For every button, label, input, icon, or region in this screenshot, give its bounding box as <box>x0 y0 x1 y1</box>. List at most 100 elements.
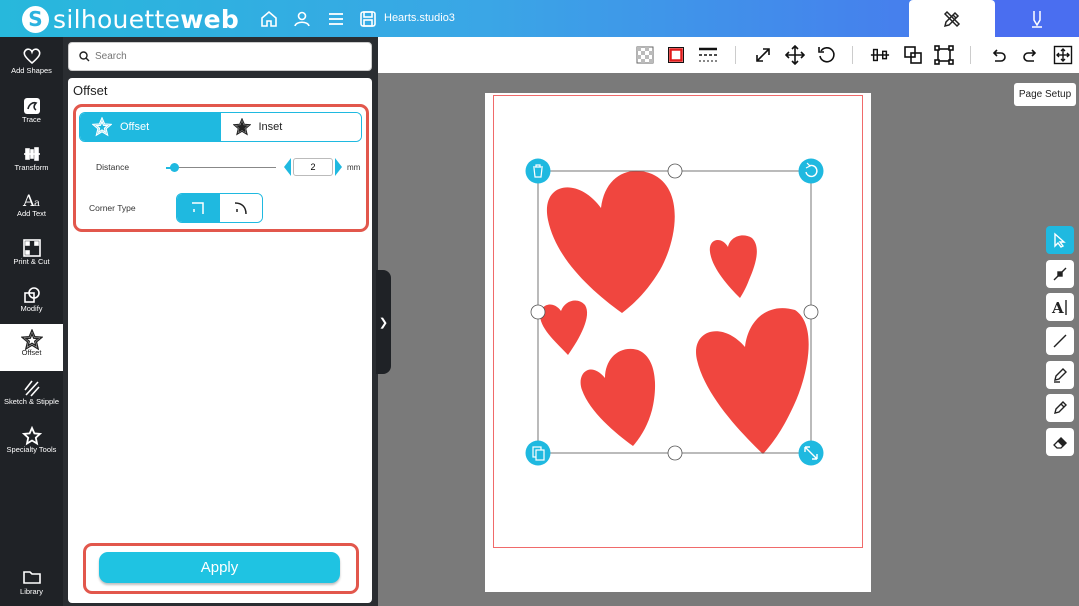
trace-icon <box>0 91 63 115</box>
distance-slider-handle[interactable] <box>170 163 179 172</box>
selection-handle <box>667 163 683 179</box>
nav-label: Add Shapes <box>11 66 52 75</box>
nav-add-shapes[interactable]: Add Shapes <box>0 42 63 89</box>
file-name[interactable]: Hearts.studio3 <box>384 12 455 24</box>
inset-mode-label: Inset <box>258 121 283 133</box>
line-style-icon[interactable] <box>698 45 718 65</box>
toolbar-divider <box>735 46 736 64</box>
nav-add-text[interactable]: Aa Add Text <box>0 185 63 232</box>
collapse-panel-button[interactable]: ❯ <box>376 270 391 374</box>
star-offset-icon <box>92 117 112 137</box>
nav-modify[interactable]: Modify <box>0 280 63 327</box>
selection-handle <box>667 445 683 461</box>
fill-pattern-icon[interactable] <box>635 45 655 65</box>
nav-library[interactable]: Library <box>0 563 63 606</box>
home-icon[interactable] <box>258 8 280 30</box>
distance-unit: mm <box>347 163 361 172</box>
line-color-icon[interactable] <box>666 45 686 65</box>
corner-sharp-button[interactable] <box>177 194 220 222</box>
account-icon[interactable] <box>291 8 313 30</box>
pencil-ruler-icon <box>943 10 961 27</box>
undo-icon[interactable] <box>988 45 1008 65</box>
line-tool[interactable] <box>1046 327 1074 355</box>
transform-icon <box>0 139 63 163</box>
heart-shape <box>696 308 809 454</box>
heart-shape <box>546 170 675 313</box>
inset-mode-button[interactable]: Inset <box>220 113 361 141</box>
offset-mode-label: Offset <box>120 121 150 133</box>
tab-design[interactable] <box>909 0 995 37</box>
star-inset-icon <box>232 118 251 136</box>
redo-icon[interactable] <box>1021 45 1041 65</box>
tab-send[interactable] <box>995 0 1079 37</box>
svg-text:A: A <box>1051 299 1064 316</box>
logo-mark-icon: S <box>22 5 49 33</box>
sharp-corner-icon <box>192 202 204 214</box>
text-tool[interactable]: A <box>1046 293 1074 321</box>
nav-transform[interactable]: Transform <box>0 139 63 186</box>
nav-label: Add Text <box>16 209 47 218</box>
chevron-right-icon: ❯ <box>378 316 389 329</box>
search-input[interactable] <box>95 51 355 62</box>
select-icon <box>1054 232 1066 248</box>
select-tool[interactable] <box>1046 226 1074 254</box>
move-icon[interactable] <box>785 45 805 65</box>
pen-icon <box>1054 368 1067 383</box>
nav-label: Modify <box>20 304 43 313</box>
nav-offset[interactable]: Offset <box>0 324 63 371</box>
corner-type-label: Corner Type <box>89 203 136 213</box>
svg-text:a: a <box>34 198 40 209</box>
logo-text-bold: web <box>180 4 240 34</box>
logo-text: silhouette <box>53 4 181 34</box>
pen-tool[interactable] <box>1046 361 1074 389</box>
page-setup-button[interactable]: Page Setup <box>1014 83 1076 106</box>
nav-trace[interactable]: Trace <box>0 91 63 138</box>
toolbar-divider <box>970 46 971 64</box>
duplicate-handle-icon <box>525 440 551 466</box>
rotate-icon[interactable] <box>817 45 837 65</box>
menu-icon[interactable] <box>325 8 347 30</box>
search-icon <box>79 51 90 62</box>
nav-label: Library <box>20 587 43 596</box>
pencil-icon <box>1054 401 1067 414</box>
nav-label: Offset <box>21 348 42 357</box>
node-edit-tool[interactable] <box>1046 260 1074 288</box>
align-icon[interactable] <box>870 45 890 65</box>
silhouette-logo: S silhouetteweb <box>22 4 239 34</box>
heart-outline-icon <box>0 42 63 66</box>
modify-icon <box>0 280 63 304</box>
nav-label: Transform <box>14 163 49 172</box>
panel-title: Offset <box>73 83 108 98</box>
corner-round-button[interactable] <box>219 194 262 222</box>
apply-button[interactable]: Apply <box>99 552 340 583</box>
save-icon[interactable] <box>357 8 379 30</box>
pencil-tool[interactable] <box>1046 394 1074 422</box>
eraser-tool[interactable] <box>1046 428 1074 456</box>
nav-label: Print & Cut <box>13 257 50 266</box>
scale-icon[interactable] <box>753 45 773 65</box>
heart-shape <box>540 300 588 355</box>
distance-decrement-button[interactable] <box>284 158 291 176</box>
nav-sketch-stipple[interactable]: Sketch & Stipple <box>0 373 63 420</box>
nav-specialty-tools[interactable]: Specialty Tools <box>0 421 63 468</box>
distance-slider-track[interactable] <box>166 167 276 168</box>
text-cursor-icon: A <box>1051 299 1067 316</box>
nav-label: Trace <box>22 115 41 124</box>
group-icon[interactable] <box>934 45 954 65</box>
distance-increment-button[interactable] <box>335 158 342 176</box>
top-bar: S silhouetteweb Hearts.studio3 <box>0 0 1079 37</box>
search-box[interactable] <box>68 42 372 71</box>
offset-mode-button[interactable]: Offset <box>80 113 221 141</box>
round-corner-icon <box>234 202 247 215</box>
heart-shape <box>709 235 757 298</box>
node-edit-icon <box>1053 267 1067 281</box>
offset-mode-toggle: Offset Inset <box>79 112 362 142</box>
left-nav: Add Shapes Trace Transform Aa Add Text P… <box>0 37 63 606</box>
distance-input[interactable] <box>293 158 333 176</box>
scale-handle-icon <box>798 440 824 466</box>
folder-icon <box>0 563 63 587</box>
heart-shape <box>580 348 656 446</box>
replicate-icon[interactable] <box>903 45 923 65</box>
nav-print-cut[interactable]: Print & Cut <box>0 233 63 280</box>
pan-fit-icon[interactable] <box>1053 45 1073 65</box>
